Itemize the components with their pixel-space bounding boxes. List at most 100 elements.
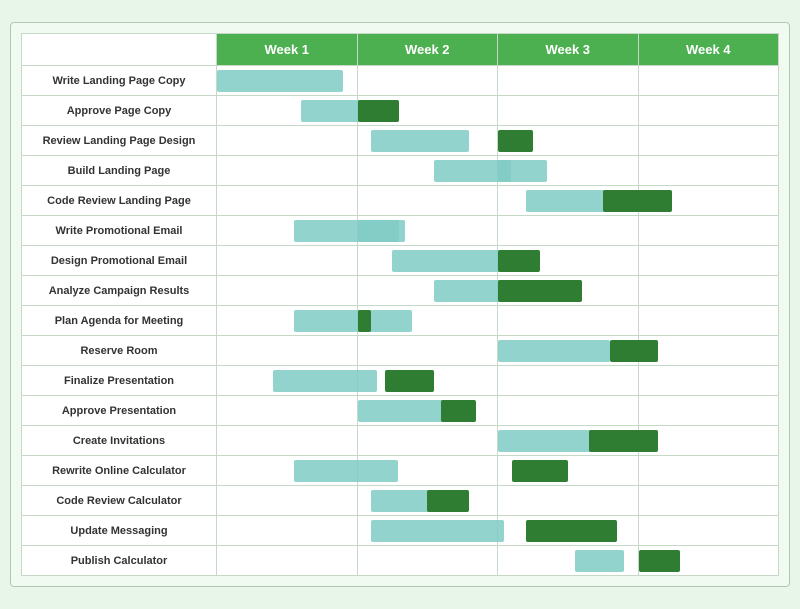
bar-cell [357, 336, 498, 366]
task-name: Analyze Campaign Results [22, 276, 217, 306]
bar-cell [217, 126, 358, 156]
bar-cell [357, 276, 498, 306]
bar-cell [638, 396, 779, 426]
bar-cell [638, 96, 779, 126]
bar-cell [217, 276, 358, 306]
task-name: Review Landing Page Design [22, 126, 217, 156]
bar-cell [357, 156, 498, 186]
task-name: Write Promotional Email [22, 216, 217, 246]
gantt-bar [358, 220, 400, 242]
gantt-bar [385, 370, 434, 392]
gantt-bar [427, 490, 469, 512]
task-name: Write Landing Page Copy [22, 66, 217, 96]
bar-cell [498, 456, 639, 486]
bar-cell [638, 486, 779, 516]
bar-cell [357, 366, 498, 396]
gantt-bar [371, 520, 504, 542]
table-row: Rewrite Online Calculator [22, 456, 779, 486]
task-name: Rewrite Online Calculator [22, 456, 217, 486]
bar-cell [638, 216, 779, 246]
bar-cell [498, 246, 639, 276]
task-name: Finalize Presentation [22, 366, 217, 396]
bar-cell [217, 246, 358, 276]
week3-header: Week 3 [498, 34, 639, 66]
bar-cell [638, 336, 779, 366]
gantt-bar [498, 250, 540, 272]
bar-cell [217, 186, 358, 216]
table-row: Write Promotional Email [22, 216, 779, 246]
gantt-bar [441, 400, 476, 422]
table-row: Approve Page Copy [22, 96, 779, 126]
gantt-bar [639, 550, 681, 572]
bar-cell [357, 66, 498, 96]
header-row: Week 1 Week 2 Week 3 Week 4 [22, 34, 779, 66]
task-name: Build Landing Page [22, 156, 217, 186]
bar-cell [217, 366, 358, 396]
bar-cell [498, 96, 639, 126]
bar-cell [217, 546, 358, 576]
gantt-bar [498, 340, 610, 362]
table-row: Code Review Landing Page [22, 186, 779, 216]
table-row: Publish Calculator [22, 546, 779, 576]
bar-cell [217, 336, 358, 366]
bar-cell [217, 216, 358, 246]
gantt-bar [392, 250, 504, 272]
task-name: Design Promotional Email [22, 246, 217, 276]
bar-cell [357, 426, 498, 456]
week4-header: Week 4 [638, 34, 779, 66]
bar-cell [217, 306, 358, 336]
week2-header: Week 2 [357, 34, 498, 66]
bar-cell [638, 186, 779, 216]
gantt-bar [575, 550, 624, 572]
table-row: Analyze Campaign Results [22, 276, 779, 306]
bar-cell [357, 96, 498, 126]
gantt-bar [498, 430, 596, 452]
bar-cell [638, 546, 779, 576]
bar-cell [498, 546, 639, 576]
task-name: Code Review Landing Page [22, 186, 217, 216]
gantt-bar [358, 100, 400, 122]
task-name: Plan Agenda for Meeting [22, 306, 217, 336]
bar-cell [638, 516, 779, 546]
bar-cell [498, 216, 639, 246]
task-name: Publish Calculator [22, 546, 217, 576]
bar-cell [498, 426, 639, 456]
table-row: Build Landing Page [22, 156, 779, 186]
bar-cell [498, 126, 639, 156]
bar-cell [498, 486, 639, 516]
task-name: Reserve Room [22, 336, 217, 366]
gantt-bar [217, 70, 343, 92]
gantt-bar [371, 130, 469, 152]
bar-cell [217, 66, 358, 96]
bar-cell [498, 156, 639, 186]
bar-cell [217, 96, 358, 126]
bar-cell [638, 246, 779, 276]
bar-cell [638, 426, 779, 456]
bar-cell [217, 396, 358, 426]
task-name: Approve Page Copy [22, 96, 217, 126]
task-header [22, 34, 217, 66]
table-row: Write Landing Page Copy [22, 66, 779, 96]
bar-cell [357, 546, 498, 576]
gantt-bar [498, 130, 533, 152]
table-row: Code Review Calculator [22, 486, 779, 516]
bar-cell [357, 186, 498, 216]
gantt-bar [498, 160, 547, 182]
bar-cell [498, 276, 639, 306]
bar-cell [357, 246, 498, 276]
bar-cell [217, 156, 358, 186]
table-row: Finalize Presentation [22, 366, 779, 396]
bar-cell [638, 306, 779, 336]
bar-cell [498, 306, 639, 336]
bar-cell [638, 156, 779, 186]
bar-cell [357, 396, 498, 426]
gantt-bar [526, 520, 617, 542]
bar-cell [357, 126, 498, 156]
table-row: Review Landing Page Design [22, 126, 779, 156]
bar-cell [498, 516, 639, 546]
gantt-bar [512, 460, 568, 482]
bar-cell [357, 216, 498, 246]
gantt-bar [498, 280, 582, 302]
bar-cell [498, 366, 639, 396]
bar-cell [217, 486, 358, 516]
